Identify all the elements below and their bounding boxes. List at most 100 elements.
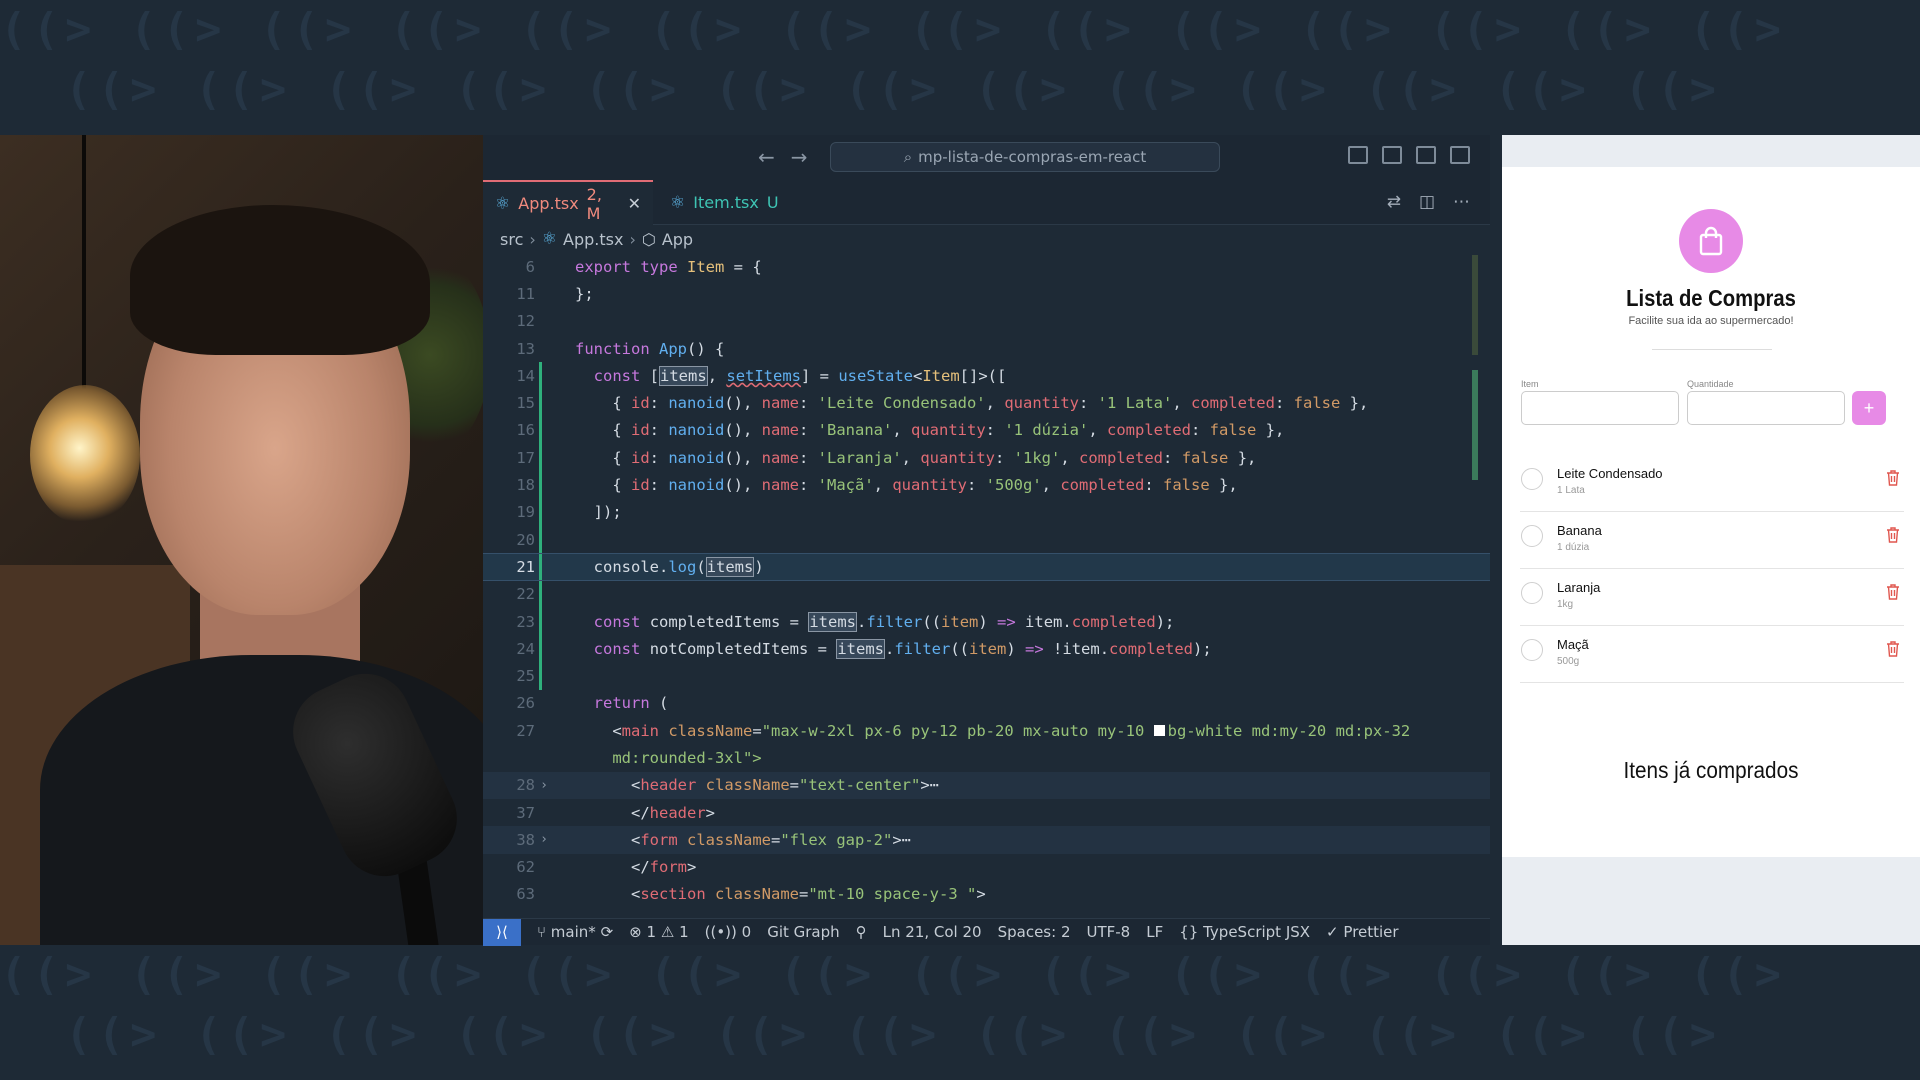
ports-count: 0 [741, 923, 752, 941]
code-line: 28 › <header className="text-center">⋯ [483, 771, 1490, 799]
code-token: form [640, 830, 678, 849]
item-quantity: 500g [1557, 656, 1580, 667]
warning-icon: ⚠ [660, 923, 675, 941]
error-icon: ⊗ [629, 923, 642, 941]
lamp-bulb [30, 385, 140, 525]
prettier-status[interactable]: ✓ Prettier [1326, 923, 1399, 941]
ports-status[interactable]: ((•)) 0 [705, 923, 752, 941]
code-token: false [1293, 394, 1341, 413]
code-token: items [836, 638, 885, 659]
check-icon: ✓ [1326, 923, 1339, 941]
app-card: Lista de Compras Facilite sua ida ao sup… [1502, 167, 1920, 857]
item-input[interactable] [1521, 391, 1679, 425]
code-token: console [593, 557, 659, 576]
status-bar: ⟩⟨ ⑂ main* ⟳ ⊗ 1 ⚠ 1 ((•)) 0 Git Graph ⚲… [483, 918, 1490, 946]
back-arrow-icon[interactable]: ← [758, 145, 775, 169]
item-name: Banana [1557, 523, 1602, 538]
lamp-cord [82, 135, 86, 395]
code-token: () { [687, 339, 725, 358]
code-token: item [1025, 612, 1063, 631]
toggle-panel-icon[interactable] [1382, 146, 1402, 164]
code-token: false [1209, 421, 1257, 440]
code-line-current: 21 console.log(items) [483, 553, 1490, 581]
trash-icon[interactable] [1886, 526, 1900, 543]
toggle-sidebar-icon[interactable] [1348, 146, 1368, 164]
breadcrumb-file[interactable]: App.tsx [563, 230, 623, 249]
code-token: false [1163, 476, 1210, 495]
code-area[interactable]: 6 export type Item = { 11}; 12 13 function… [483, 253, 1490, 918]
branch-status[interactable]: ⑂ main* ⟳ [537, 923, 613, 941]
code-line: 11}; [483, 280, 1490, 307]
fold-chevron-icon[interactable]: › [535, 832, 553, 847]
code-token: nanoid [668, 394, 725, 413]
encoding-status[interactable]: UTF-8 [1086, 923, 1130, 941]
tab-bar: ⚛ App.tsx 2, M ✕ ⚛ Item.tsx U ⇄ ◫ ⋯ [483, 180, 1490, 225]
line-number: 19 [516, 503, 535, 522]
trash-icon[interactable] [1886, 583, 1900, 600]
braces-icon: {} [1179, 923, 1199, 941]
trash-icon[interactable] [1886, 640, 1900, 657]
line-number: 22 [516, 585, 535, 604]
react-icon: ⚛ [541, 229, 558, 249]
code-token: '1 Lata' [1097, 394, 1173, 413]
language-name: TypeScript JSX [1203, 923, 1311, 941]
code-token: nanoid [668, 448, 725, 467]
line-number: 27 [516, 721, 535, 740]
tab-file-name: Item.tsx [693, 193, 759, 212]
code-token: item [1062, 639, 1100, 658]
add-item-button[interactable]: + [1852, 391, 1886, 425]
scrollbar-marker[interactable] [1472, 370, 1478, 480]
breadcrumb-symbol[interactable]: App [662, 230, 693, 249]
line-number: 18 [516, 476, 535, 495]
browser-preview: Lista de Compras Facilite sua ida ao sup… [1502, 135, 1920, 945]
split-editor-icon[interactable]: ◫ [1419, 192, 1435, 212]
tab-item-tsx[interactable]: ⚛ Item.tsx U [658, 180, 791, 225]
compare-changes-icon[interactable]: ⇄ [1387, 192, 1401, 212]
fold-chevron-icon[interactable]: › [535, 778, 553, 793]
code-line: 16 { id: nanoid(), name: 'Banana', quant… [483, 416, 1490, 445]
item-field-label: Item [1521, 379, 1539, 389]
remote-icon[interactable]: ⟩⟨ [483, 918, 521, 946]
item-checkbox[interactable] [1521, 582, 1543, 604]
git-graph-button[interactable]: Git Graph [767, 923, 839, 941]
zoom-icon[interactable]: ⚲ [856, 923, 867, 941]
item-checkbox[interactable] [1521, 525, 1543, 547]
breadcrumb-folder[interactable]: src [500, 230, 523, 249]
code-token: nanoid [668, 421, 725, 440]
forward-arrow-icon[interactable]: → [791, 145, 808, 169]
code-token: log [668, 557, 697, 576]
close-icon[interactable]: ✕ [628, 194, 641, 213]
code-token: ]); [593, 503, 622, 522]
trash-icon[interactable] [1886, 469, 1900, 486]
code-token: filter [894, 639, 951, 658]
language-mode[interactable]: {} TypeScript JSX [1179, 923, 1310, 941]
quantity-input[interactable] [1687, 391, 1845, 425]
bought-items-title: Itens já comprados [1623, 757, 1799, 783]
scrollbar-marker[interactable] [1472, 255, 1478, 355]
nav-arrows: ← → [758, 145, 824, 169]
item-name: Maçã [1557, 637, 1589, 652]
eol-status[interactable]: LF [1146, 923, 1163, 941]
shopping-bag-icon [1679, 209, 1743, 273]
command-center[interactable]: ⌕ mp-lista-de-compras-em-react [830, 142, 1220, 172]
search-icon: ⌕ [903, 148, 913, 166]
code-line: 6 export type Item = { [483, 253, 1490, 280]
indentation-status[interactable]: Spaces: 2 [998, 923, 1071, 941]
toggle-secondary-sidebar-icon[interactable] [1416, 146, 1436, 164]
tab-app-tsx[interactable]: ⚛ App.tsx 2, M ✕ [483, 180, 653, 225]
error-count: 1 [646, 923, 657, 941]
problems-status[interactable]: ⊗ 1 ⚠ 1 [629, 923, 688, 941]
code-token: section [640, 885, 706, 904]
line-number: 38 [516, 830, 535, 849]
customize-layout-icon[interactable] [1450, 146, 1470, 164]
code-token: useState [838, 366, 913, 385]
code-line: 22 [483, 580, 1490, 608]
code-token: '500g' [985, 476, 1042, 495]
code-token: []>([ [959, 366, 1007, 385]
item-checkbox[interactable] [1521, 639, 1543, 661]
more-actions-icon[interactable]: ⋯ [1453, 192, 1470, 212]
code-token: form [649, 858, 687, 877]
item-name: Leite Condensado [1557, 466, 1663, 481]
cursor-position[interactable]: Ln 21, Col 20 [883, 923, 982, 941]
item-checkbox[interactable] [1521, 468, 1543, 490]
